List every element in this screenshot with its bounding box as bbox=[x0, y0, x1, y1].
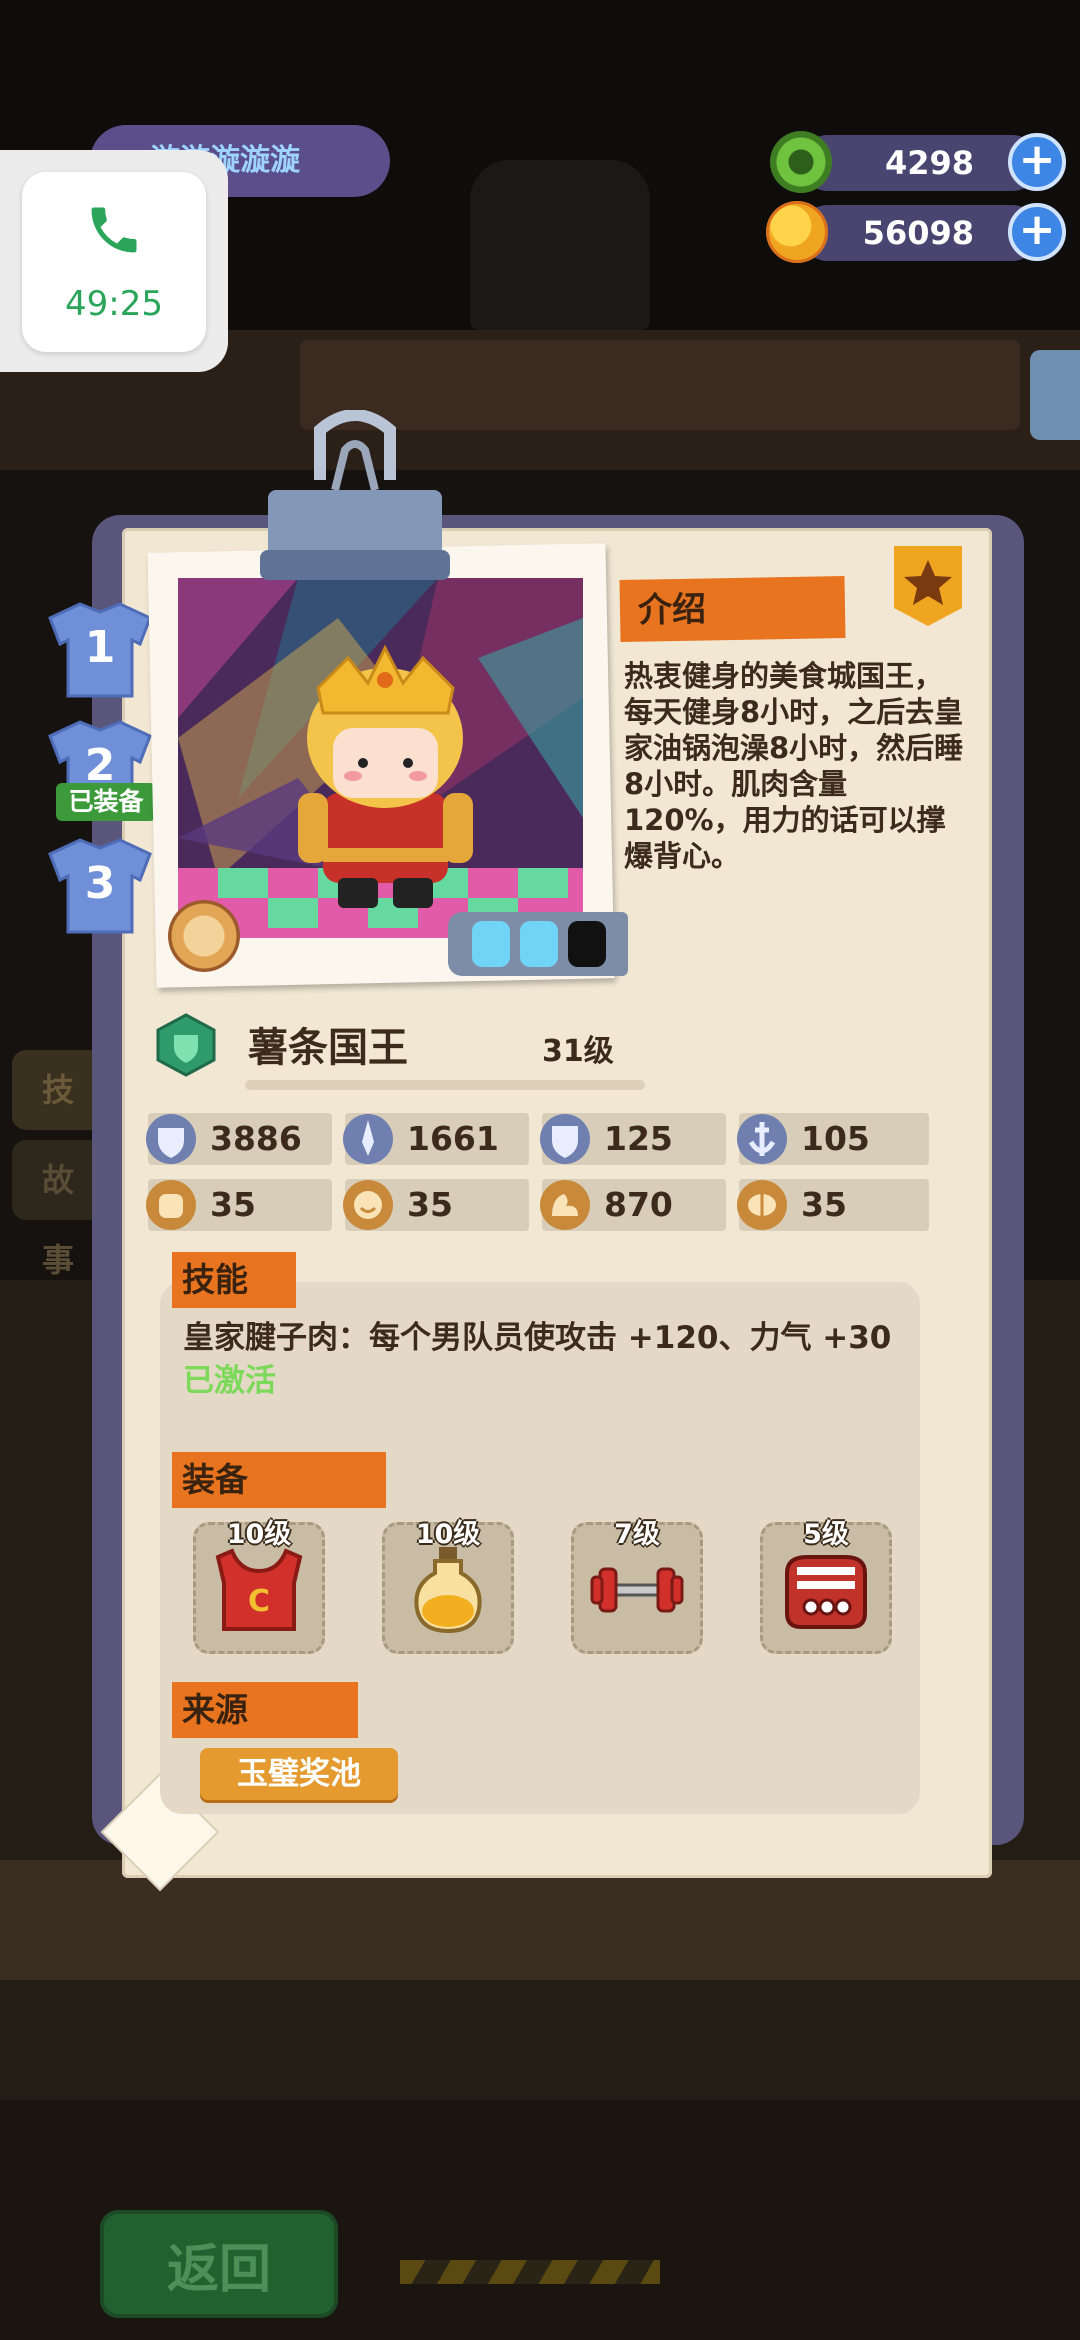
side-tab-skill[interactable]: 技能 bbox=[12, 1050, 102, 1189]
skill-status: 已激活 bbox=[183, 1363, 276, 1399]
source-label: 来源 bbox=[172, 1682, 358, 1738]
stat-value: 125 bbox=[604, 1119, 673, 1158]
heart-shield-icon bbox=[146, 1114, 196, 1164]
fist-icon bbox=[146, 1180, 196, 1230]
planet-currency-pill: 56098 bbox=[800, 205, 1040, 261]
stat-intellect: 35 bbox=[737, 1179, 929, 1231]
hero-name: 薯条国王 bbox=[248, 1025, 408, 1071]
share-icon[interactable] bbox=[1030, 350, 1080, 440]
equipment-level-1: 10级 bbox=[226, 1519, 292, 1550]
energy-slot-filled bbox=[472, 921, 510, 967]
stat-value: 1661 bbox=[407, 1119, 499, 1158]
planet-coin-icon bbox=[766, 201, 828, 263]
energy-slot-filled bbox=[520, 921, 558, 967]
sword-icon bbox=[343, 1114, 393, 1164]
source-button[interactable]: 玉璧奖池 bbox=[200, 1748, 398, 1800]
background-pot bbox=[470, 160, 650, 330]
binder-clip-icon bbox=[260, 410, 450, 580]
equipped-badge: 已装备 bbox=[56, 783, 156, 821]
dumbbell-icon bbox=[590, 1567, 684, 1613]
skill-label: 技能 bbox=[172, 1252, 296, 1308]
phone-icon bbox=[91, 207, 137, 253]
energy-slot-empty bbox=[568, 921, 606, 967]
add-planet-button[interactable]: + bbox=[1008, 203, 1066, 261]
stat-attack: 1661 bbox=[343, 1113, 529, 1165]
donut-coin-icon bbox=[770, 131, 832, 193]
rarity-hexagon-icon bbox=[156, 1013, 216, 1077]
brain-icon bbox=[737, 1180, 787, 1230]
oil-bottle-icon bbox=[414, 1547, 482, 1634]
anchor-shield-icon bbox=[737, 1114, 787, 1164]
stat-value: 35 bbox=[407, 1185, 453, 1224]
energy-bar bbox=[448, 912, 628, 976]
stat-value: 35 bbox=[801, 1185, 847, 1224]
donut-currency-pill: 4298 bbox=[800, 135, 1040, 191]
equipment-level-4: 5级 bbox=[803, 1519, 849, 1550]
side-tab-story[interactable]: 故事 bbox=[12, 1140, 102, 1279]
favorite-star-icon[interactable] bbox=[894, 546, 962, 626]
outfit-tab-3[interactable]: 3 bbox=[48, 836, 152, 936]
add-donut-button[interactable]: + bbox=[1008, 133, 1066, 191]
equipment-level-2: 10级 bbox=[415, 1519, 481, 1550]
skill-description: 皇家腱子肉：每个男队员使攻击 +120、力气 +30 bbox=[183, 1320, 892, 1356]
hero-level: 31级 bbox=[542, 1034, 614, 1069]
stat-hp: 3886 bbox=[146, 1113, 332, 1165]
stat-value: 3886 bbox=[210, 1119, 302, 1158]
outfit-tab-1[interactable]: 1 bbox=[48, 600, 152, 700]
hero-portrait bbox=[178, 578, 583, 938]
stat-defense: 125 bbox=[540, 1113, 726, 1165]
scale-machine-icon bbox=[785, 1555, 867, 1629]
planet-currency-amount: 56098 bbox=[862, 214, 974, 252]
stat-value: 870 bbox=[604, 1185, 673, 1224]
stat-power: 35 bbox=[146, 1179, 332, 1231]
hero-avatar-badge bbox=[168, 900, 240, 972]
outfit-tab-1-label: 1 bbox=[84, 622, 116, 673]
shield-icon bbox=[540, 1114, 590, 1164]
intro-label: 介绍 bbox=[619, 576, 846, 642]
stat-strength: 870 bbox=[540, 1179, 726, 1231]
stat-value: 105 bbox=[801, 1119, 870, 1158]
return-button[interactable]: 返回 bbox=[100, 2210, 338, 2318]
svg-text:C: C bbox=[248, 1584, 270, 1619]
tank-top-icon: C bbox=[215, 1548, 303, 1631]
intro-text: 热衷健身的美食城国王，每天健身8小时，之后去皇家油锅泡澡8小时，然后睡8小时。肌… bbox=[624, 659, 964, 873]
outfit-tab-3-label: 3 bbox=[84, 858, 116, 909]
call-timer: 49:25 bbox=[65, 284, 163, 324]
hazard-stripe bbox=[400, 2260, 660, 2284]
call-widget-inner[interactable] bbox=[22, 172, 206, 352]
smile-icon bbox=[343, 1180, 393, 1230]
stat-value: 35 bbox=[210, 1185, 256, 1224]
donut-currency-amount: 4298 bbox=[884, 144, 974, 182]
stat-charm: 35 bbox=[343, 1179, 529, 1231]
muscle-icon bbox=[540, 1180, 590, 1230]
equipment-label: 装备 bbox=[172, 1452, 386, 1508]
name-underline bbox=[245, 1080, 645, 1090]
equipment-level-3: 7级 bbox=[614, 1519, 660, 1550]
stat-resist: 105 bbox=[737, 1113, 929, 1165]
